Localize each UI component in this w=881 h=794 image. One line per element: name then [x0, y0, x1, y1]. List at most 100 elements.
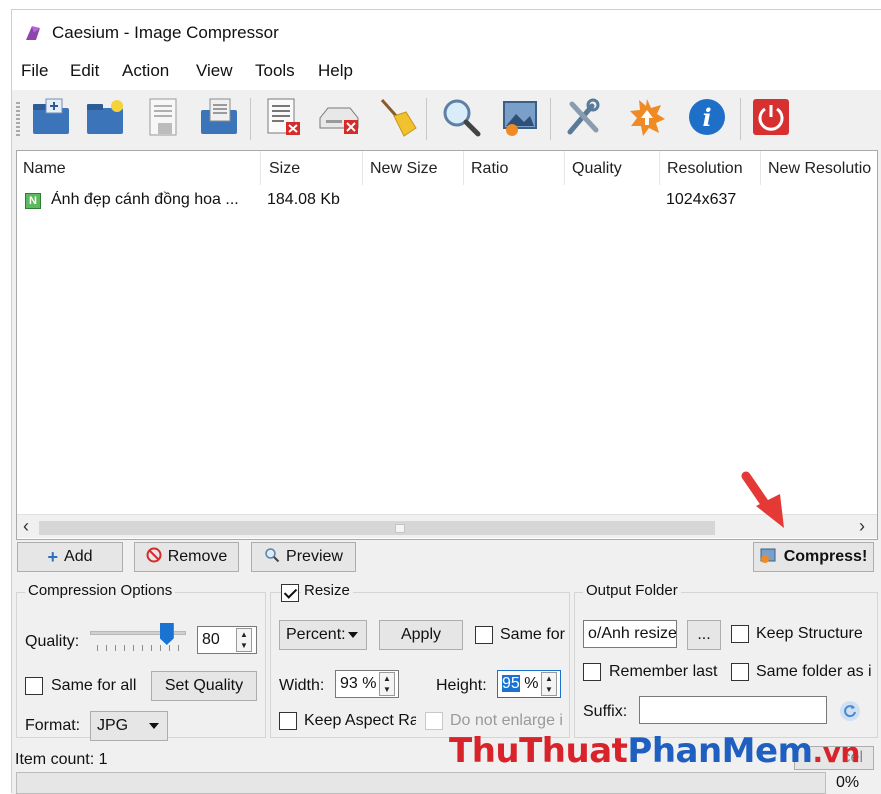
- scroll-right-icon[interactable]: ›: [859, 516, 865, 537]
- format-value: JPG: [97, 717, 129, 734]
- column-header-new-size[interactable]: New Size: [364, 151, 464, 185]
- chevron-down-icon: [348, 632, 358, 638]
- output-folder-group: Output Folder o/Anh resize ... Keep Stru…: [574, 582, 878, 738]
- height-spin-buttons[interactable]: ▲ ▼: [541, 672, 557, 696]
- title-bar: Caesium - Image Compressor: [12, 10, 881, 56]
- compression-options-title: Compression Options: [25, 582, 176, 599]
- annotation-arrow-icon: [738, 470, 794, 540]
- do-not-enlarge-label: Do not enlarge i: [450, 712, 563, 729]
- scrollbar-track[interactable]: [39, 521, 715, 535]
- save-list-icon[interactable]: [140, 92, 186, 142]
- browse-label: ...: [697, 626, 711, 643]
- menu-action[interactable]: Action: [122, 61, 169, 81]
- caesium-app-icon: [24, 24, 44, 46]
- add-label: Add: [64, 548, 93, 565]
- output-folder-input[interactable]: o/Anh resize: [583, 620, 677, 648]
- settings-tools-icon[interactable]: [560, 92, 606, 142]
- watermark-part-2: PhanMem: [627, 731, 813, 771]
- open-files-icon[interactable]: [28, 92, 74, 142]
- add-icon: +: [47, 546, 59, 567]
- exit-icon[interactable]: [748, 92, 794, 142]
- preview-button[interactable]: Preview: [251, 542, 356, 572]
- compress-button[interactable]: Compress!: [753, 542, 874, 572]
- image-file-icon: N: [25, 193, 41, 209]
- do-not-enlarge-checkbox[interactable]: [425, 712, 443, 730]
- preview-label: Preview: [286, 548, 343, 565]
- set-quality-label: Set Quality: [164, 677, 244, 694]
- watermark-part-1: ThuThuat: [449, 731, 628, 771]
- add-button[interactable]: + Add: [17, 542, 123, 572]
- remember-last-checkbox[interactable]: [583, 663, 601, 681]
- resize-checkbox[interactable]: [281, 584, 299, 602]
- quality-slider-thumb[interactable]: [159, 623, 174, 645]
- svg-text:i: i: [702, 103, 711, 132]
- remember-last-label: Remember last f: [609, 663, 721, 680]
- same-folder-checkbox[interactable]: [731, 663, 749, 681]
- height-value: 95: [502, 675, 520, 692]
- column-header-quality[interactable]: Quality: [566, 151, 660, 185]
- height-label: Height:: [436, 677, 487, 694]
- quality-value: 80: [202, 631, 220, 648]
- scrollbar-thumb[interactable]: [395, 524, 405, 533]
- same-for-checkbox[interactable]: [475, 626, 493, 644]
- keep-structure-checkbox[interactable]: [731, 625, 749, 643]
- keep-aspect-ratio-checkbox[interactable]: [279, 712, 297, 730]
- progress-bar: [16, 772, 826, 794]
- menu-view[interactable]: View: [196, 61, 233, 81]
- toolbar-grip[interactable]: [16, 102, 20, 138]
- column-header-name[interactable]: Name: [17, 151, 261, 185]
- compression-options-group: Compression Options Quality: 80 ▲ ▼ Same …: [16, 582, 266, 741]
- format-select[interactable]: JPG: [90, 711, 168, 741]
- item-count: Item count: 1: [15, 751, 108, 768]
- same-for-all-checkbox[interactable]: [25, 677, 43, 695]
- menu-edit[interactable]: Edit: [70, 61, 99, 81]
- row-size: 184.08 Kb: [267, 191, 340, 208]
- apply-label: Apply: [400, 626, 442, 643]
- toolbar-separator: [426, 98, 427, 140]
- reset-suffix-icon[interactable]: [837, 698, 863, 724]
- watermark-part-3: .vn: [812, 736, 861, 769]
- column-header-size[interactable]: Size: [263, 151, 363, 185]
- menu-help[interactable]: Help: [318, 61, 353, 81]
- browse-button[interactable]: ...: [687, 620, 721, 650]
- remove-button[interactable]: Remove: [134, 542, 239, 572]
- open-folder-icon[interactable]: [82, 92, 128, 142]
- toolbar-separator: [550, 98, 551, 140]
- watermark-logo: ThuThuatPhanMem.vn: [449, 731, 860, 771]
- search-icon[interactable]: [438, 92, 484, 142]
- column-header-ratio[interactable]: Ratio: [465, 151, 565, 185]
- toolbar-separator: [740, 98, 741, 140]
- set-quality-button[interactable]: Set Quality: [151, 671, 257, 701]
- suffix-input[interactable]: [639, 696, 827, 724]
- resize-title: Resize: [301, 582, 353, 599]
- resize-mode-select[interactable]: Percent:: [279, 620, 367, 650]
- update-icon[interactable]: [624, 92, 670, 142]
- width-spin-buttons[interactable]: ▲ ▼: [379, 672, 395, 696]
- window-title: Caesium - Image Compressor: [52, 23, 279, 42]
- row-resolution: 1024x637: [666, 191, 737, 208]
- toolbar: i: [12, 90, 881, 152]
- format-label: Format:: [25, 717, 81, 734]
- clean-icon[interactable]: [374, 92, 420, 142]
- remove-label: Remove: [167, 548, 228, 565]
- progress-percent: 0%: [836, 774, 860, 791]
- row-name: Ảnh đẹp cánh đồng hoa ...: [51, 191, 239, 208]
- column-header-new-resolution[interactable]: New Resolutio: [762, 151, 877, 185]
- preview-image-icon[interactable]: [496, 92, 542, 142]
- quality-spin-buttons[interactable]: ▲ ▼: [236, 628, 252, 652]
- resize-group: Resize Percent: Apply Same for Width: 93…: [270, 582, 570, 738]
- menu-tools[interactable]: Tools: [255, 61, 295, 81]
- column-header-resolution[interactable]: Resolution: [661, 151, 761, 185]
- keep-structure-label: Keep Structure: [756, 625, 863, 642]
- export-icon[interactable]: [196, 92, 242, 142]
- menu-file[interactable]: File: [21, 61, 48, 81]
- apply-button[interactable]: Apply: [379, 620, 463, 650]
- info-icon[interactable]: i: [684, 92, 730, 142]
- remove-items-icon[interactable]: [260, 92, 306, 142]
- app-window: Caesium - Image Compressor File Edit Act…: [11, 9, 881, 794]
- quality-label: Quality:: [25, 633, 80, 650]
- clear-list-icon[interactable]: [316, 92, 362, 142]
- same-for-label: Same for: [500, 626, 565, 643]
- scroll-left-icon[interactable]: ‹: [23, 516, 29, 537]
- compress-icon: [760, 547, 778, 568]
